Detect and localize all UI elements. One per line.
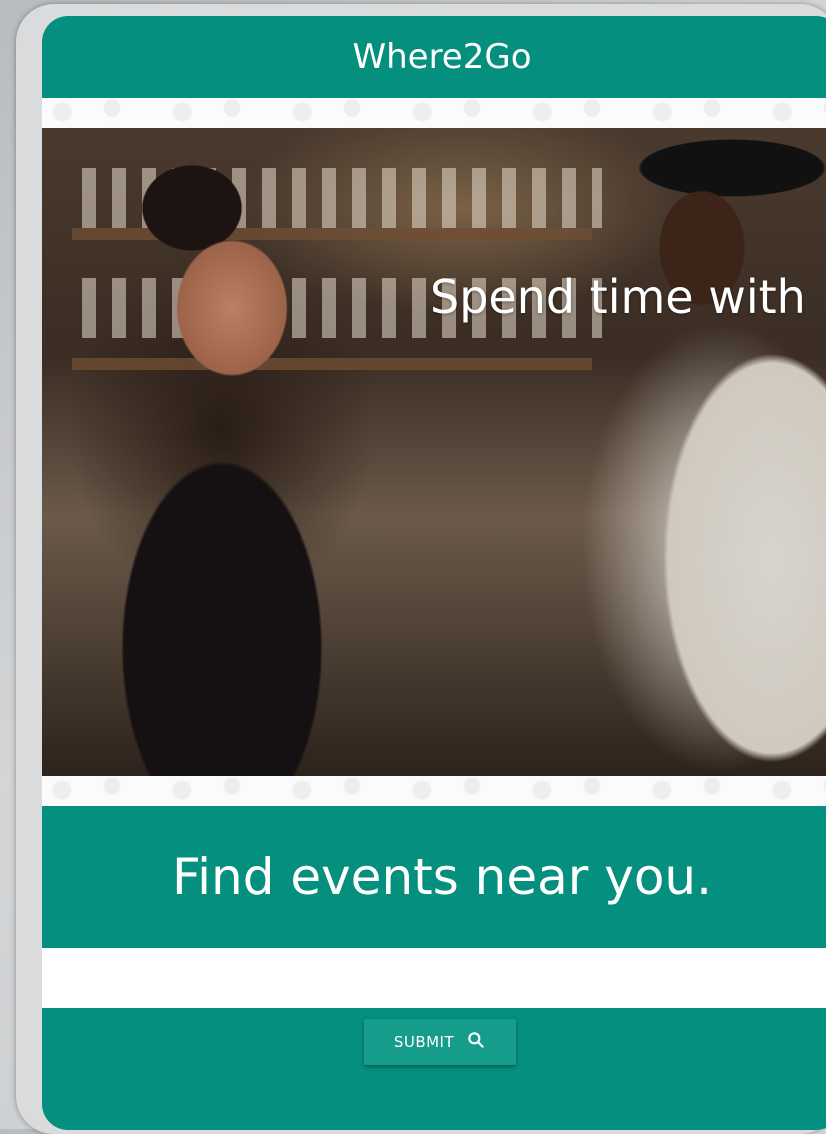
search-area[interactable] xyxy=(42,948,826,1008)
submit-label: SUBMIT xyxy=(393,1033,455,1051)
hero-image: Spend time with xyxy=(42,128,826,776)
photo-person-right xyxy=(582,128,826,776)
footer-bar: SUBMIT xyxy=(42,1008,826,1130)
app-header: Where2Go xyxy=(42,16,826,98)
find-events-heading: Find events near you. xyxy=(172,848,712,906)
hero-headline: Spend time with xyxy=(430,270,806,324)
app-screen: Where2Go Spend time with Find events nea… xyxy=(42,16,826,1130)
submit-button[interactable]: SUBMIT xyxy=(364,1019,516,1065)
search-icon xyxy=(466,1030,486,1054)
photo-person-left xyxy=(82,148,362,776)
decorative-pattern-strip xyxy=(42,776,826,806)
decorative-pattern-strip xyxy=(42,98,826,128)
find-events-banner: Find events near you. xyxy=(42,806,826,948)
tablet-frame: Where2Go Spend time with Find events nea… xyxy=(16,4,826,1134)
app-title: Where2Go xyxy=(352,37,532,77)
